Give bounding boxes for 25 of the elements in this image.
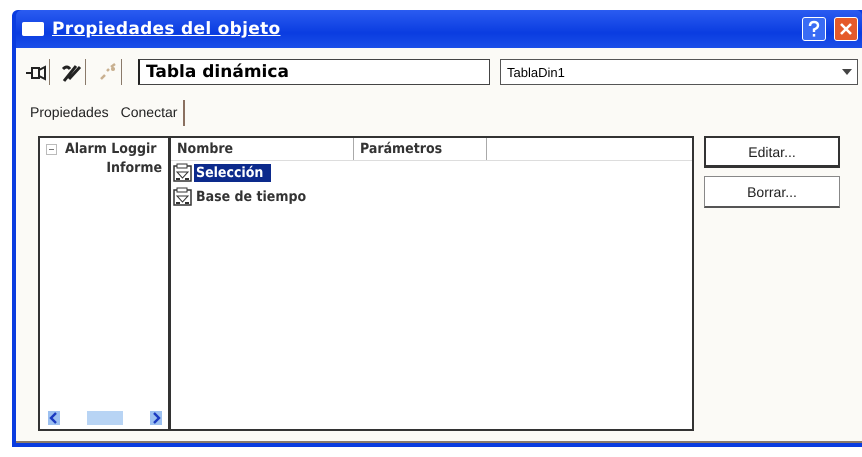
close-icon <box>838 21 854 37</box>
dropdown-arrow-icon <box>842 69 852 75</box>
tab[interactable]: Conectar <box>114 100 186 126</box>
scroll-left-button[interactable] <box>48 411 60 425</box>
object-type-field[interactable]: Tabla dinámica <box>138 59 490 85</box>
close-button[interactable] <box>834 17 858 41</box>
list-item[interactable]: Base de tiempo <box>194 188 314 206</box>
column-header[interactable]: Parámetros <box>354 138 487 160</box>
scroll-right-button[interactable] <box>150 411 162 425</box>
report-icon <box>173 187 193 207</box>
list-item[interactable]: Selección <box>194 164 272 182</box>
question-mark-icon <box>807 20 821 38</box>
object-name-dropdown[interactable]: TablaDin1 <box>500 59 858 85</box>
column-header[interactable]: Nombre <box>171 138 354 160</box>
tree-item[interactable]: Informe <box>40 157 168 176</box>
report-icon <box>173 163 193 183</box>
delete-button[interactable]: Borrar... <box>704 176 840 208</box>
tab[interactable]: Propiedades <box>24 100 115 126</box>
tree-item[interactable]: Alarm Loggir <box>40 138 168 157</box>
edit-button[interactable]: Editar... <box>704 136 840 168</box>
scroll-thumb[interactable] <box>87 411 123 425</box>
window-title: Propiedades del objeto <box>52 19 282 39</box>
collapse-icon[interactable] <box>46 144 57 154</box>
help-button[interactable] <box>802 17 826 41</box>
window-icon <box>22 22 44 36</box>
